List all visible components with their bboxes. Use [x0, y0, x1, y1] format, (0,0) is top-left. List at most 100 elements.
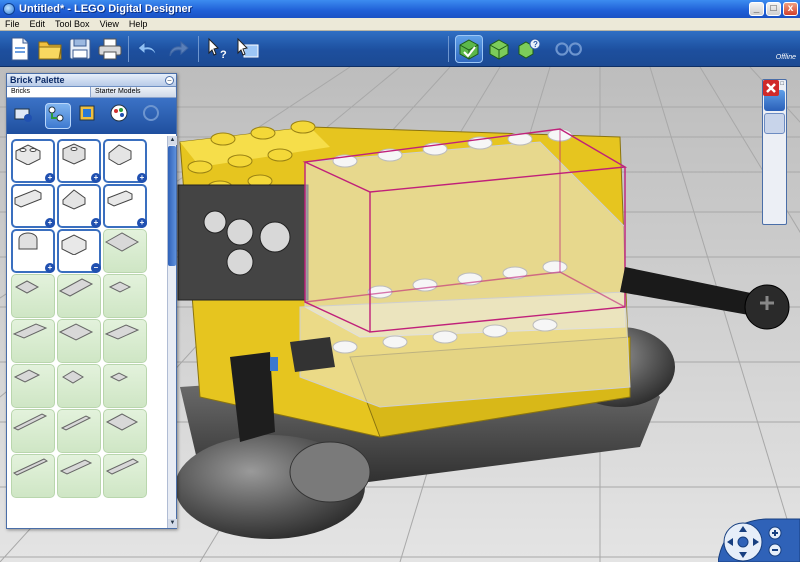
brick-item[interactable] — [103, 364, 147, 408]
3d-viewport[interactable]: Brick Palette – Bricks Starter Models + … — [0, 67, 800, 562]
tool-delete-button[interactable] — [763, 80, 785, 226]
tab-starter-models[interactable]: Starter Models — [91, 87, 175, 97]
tool-hide-button[interactable] — [764, 81, 785, 203]
collapse-icon: – — [91, 263, 101, 273]
save-button[interactable] — [66, 35, 94, 63]
select-help-button[interactable]: ? — [204, 35, 232, 63]
select-screen-button[interactable] — [234, 35, 262, 63]
tool-strip: □ — [762, 79, 787, 225]
category-technic-button[interactable] — [45, 103, 71, 129]
tool-clone-button[interactable] — [764, 80, 785, 134]
menu-file[interactable]: File — [0, 19, 25, 29]
brick-palette: Brick Palette – Bricks Starter Models + … — [6, 73, 177, 529]
brick-item[interactable] — [57, 364, 101, 408]
settings-icon — [555, 42, 582, 56]
brick-item[interactable] — [57, 454, 101, 498]
brick-item[interactable] — [103, 229, 147, 273]
category-disabled-button[interactable] — [141, 103, 167, 129]
build-mode-button[interactable] — [455, 35, 483, 63]
brick-tile-icon — [107, 190, 133, 207]
plate-long-icon — [58, 278, 94, 297]
wheel-hub — [289, 441, 371, 503]
brick-item[interactable]: + — [57, 184, 101, 228]
new-document-button[interactable] — [6, 35, 34, 63]
building-guide-icon: ? — [518, 38, 541, 59]
brick-2x2-icon — [61, 234, 87, 255]
brick-item[interactable] — [11, 454, 55, 498]
building-guide-button[interactable]: ? — [515, 35, 543, 63]
brick-item[interactable] — [57, 274, 101, 318]
view-mode-button[interactable] — [485, 35, 513, 63]
expand-icon: + — [45, 173, 55, 183]
palette-tabs: Bricks Starter Models — [7, 87, 176, 98]
palette-title: Brick Palette — [10, 75, 65, 85]
plate-round-icon — [14, 280, 40, 294]
palette-header: Brick Palette – — [7, 74, 176, 87]
plate-1x10-icon — [12, 458, 48, 476]
brick-item[interactable] — [103, 454, 147, 498]
plate-1x8-icon — [12, 413, 48, 431]
print-button[interactable] — [96, 35, 124, 63]
decoration-icon — [79, 105, 95, 121]
expand-icon: + — [91, 173, 101, 183]
settings-button[interactable] — [555, 35, 583, 63]
expand-icon: + — [91, 218, 101, 228]
tab-bricks[interactable]: Bricks — [7, 87, 91, 97]
tool-paint-button[interactable] — [764, 82, 785, 180]
title-bar: Untitled* - LEGO Digital Designer _ □ x — [0, 0, 800, 18]
svg-text:?: ? — [533, 40, 538, 49]
window-title: Untitled* - LEGO Digital Designer — [19, 3, 192, 15]
paint-icon — [110, 104, 128, 122]
category-bricks-button[interactable] — [13, 103, 39, 129]
plate-flat-icon — [12, 323, 48, 339]
brick-item[interactable]: + — [57, 139, 101, 183]
brick-item[interactable]: + — [11, 184, 55, 228]
brick-item[interactable] — [57, 409, 101, 453]
palette-categories — [7, 98, 176, 134]
scroll-down-icon[interactable]: ▼ — [168, 519, 177, 528]
expand-icon: + — [45, 218, 55, 228]
palette-minimize-button[interactable]: – — [165, 75, 174, 85]
brick-item[interactable] — [57, 319, 101, 363]
menu-view[interactable]: View — [95, 19, 124, 29]
app-logo-icon — [3, 3, 15, 15]
brick-item[interactable]: + — [103, 184, 147, 228]
brick-item[interactable]: + — [103, 139, 147, 183]
brick-item[interactable]: + — [11, 139, 55, 183]
scroll-thumb[interactable] — [168, 146, 176, 266]
connection-status: Offline — [775, 54, 796, 61]
plate-2x6-icon — [59, 459, 93, 475]
close-button[interactable]: x — [783, 2, 798, 16]
view-mode-icon — [489, 39, 509, 60]
menu-help[interactable]: Help — [124, 19, 153, 29]
scroll-up-icon[interactable]: ▲ — [168, 136, 177, 145]
plate-1x6-icon — [60, 415, 92, 431]
brick-item[interactable] — [103, 319, 147, 363]
minimize-button[interactable]: _ — [749, 2, 764, 16]
redo-button[interactable] — [164, 35, 192, 63]
delete-icon — [763, 80, 779, 96]
menu-edit[interactable]: Edit — [25, 19, 51, 29]
plate-small-icon — [108, 281, 132, 293]
camera-navigation[interactable] — [718, 515, 800, 562]
brick-item[interactable] — [11, 364, 55, 408]
brick-item[interactable] — [11, 409, 55, 453]
brick-item[interactable] — [103, 409, 147, 453]
maximize-button[interactable]: □ — [766, 2, 781, 16]
brick-item[interactable] — [103, 274, 147, 318]
category-paint-button[interactable] — [109, 103, 135, 129]
open-button[interactable] — [36, 35, 64, 63]
svg-text:?: ? — [220, 49, 227, 61]
brick-item[interactable]: – — [57, 229, 101, 273]
palette-scrollbar[interactable]: ▲ ▼ — [167, 136, 177, 528]
navigation-dial-icon — [718, 518, 800, 562]
category-decoration-button[interactable] — [77, 103, 103, 129]
expand-icon: + — [137, 218, 147, 228]
undo-button[interactable] — [134, 35, 162, 63]
menu-toolbox[interactable]: Tool Box — [50, 19, 95, 29]
brick-item[interactable] — [11, 274, 55, 318]
disabled-icon — [143, 105, 159, 121]
tool-hinge-button[interactable] — [764, 81, 785, 157]
brick-item[interactable] — [11, 319, 55, 363]
brick-item[interactable]: + — [11, 229, 55, 273]
